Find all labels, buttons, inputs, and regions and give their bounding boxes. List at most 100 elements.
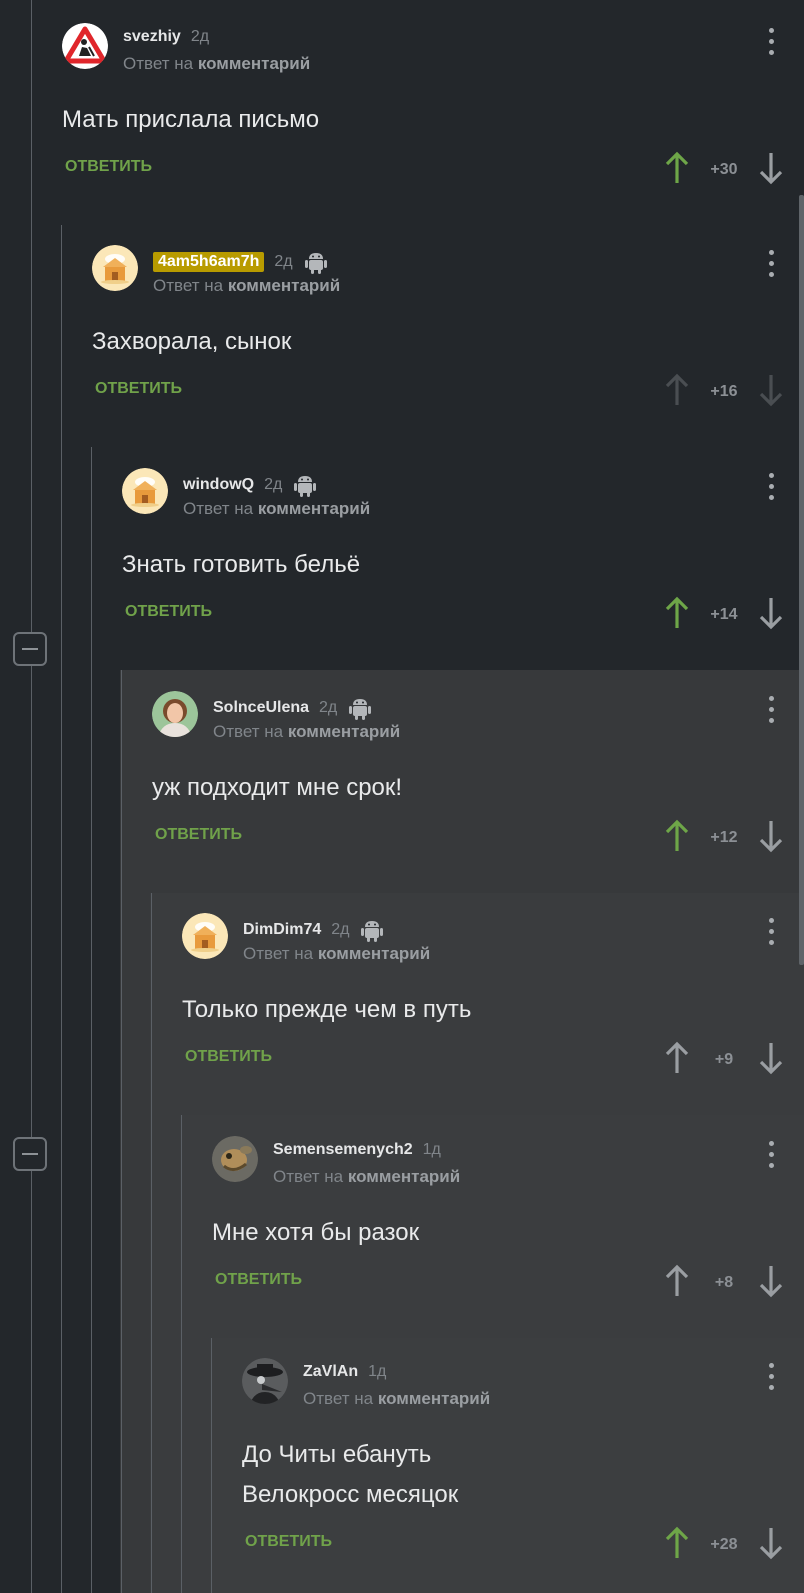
reply-to-line: Ответ на комментарий	[273, 1167, 460, 1187]
scrollbar[interactable]	[799, 195, 804, 965]
upvote-arrow-icon[interactable]	[664, 373, 690, 412]
android-icon	[304, 250, 327, 274]
user-avatar[interactable]	[62, 23, 108, 69]
upvote-arrow-icon[interactable]	[664, 1041, 690, 1080]
downvote-arrow-icon[interactable]	[758, 1526, 784, 1565]
comment-text-line: Велокросс месяцок	[242, 1481, 459, 1508]
upvote-arrow-icon[interactable]	[664, 1526, 690, 1565]
rating-controls: +8	[664, 1264, 784, 1303]
reply-prefix: Ответ на	[153, 276, 228, 295]
upvote-arrow-icon[interactable]	[664, 596, 690, 635]
comment: ZaVlAn 1д Ответ на комментарий До Читы е…	[242, 1335, 804, 1559]
comment-body: Мать прислала письмо	[62, 100, 319, 140]
comment-text-line: Только прежде чем в путь	[182, 996, 472, 1023]
username-link[interactable]: windowQ	[183, 476, 254, 494]
comment: SolnceUlena 2д Ответ на комментарий уж п…	[152, 668, 804, 878]
thread-line	[121, 670, 122, 1593]
reply-to-line: Ответ на комментарий	[153, 276, 340, 296]
upvote-arrow-icon[interactable]	[664, 819, 690, 858]
collapse-thread-button[interactable]	[13, 1137, 47, 1171]
comment-time: 2д	[274, 253, 293, 270]
reply-button[interactable]: ОТВЕТИТЬ	[95, 380, 182, 398]
android-icon	[294, 473, 317, 497]
comment-body: Знать готовить бельё	[122, 545, 360, 585]
comment-score: +8	[714, 1274, 734, 1291]
reply-button[interactable]: ОТВЕТИТЬ	[65, 158, 152, 176]
reply-target-link[interactable]: комментарий	[318, 944, 430, 963]
more-options-icon[interactable]	[769, 1141, 775, 1171]
more-options-icon[interactable]	[769, 250, 775, 280]
reply-prefix: Ответ на	[213, 722, 288, 741]
reply-target-link[interactable]: комментарий	[228, 276, 340, 295]
comment-score: +28	[710, 1536, 738, 1553]
reply-button[interactable]: ОТВЕТИТЬ	[245, 1533, 332, 1551]
rating-controls: +9	[664, 1041, 784, 1080]
reply-target-link[interactable]: комментарий	[288, 722, 400, 741]
comment-body: Мне хотя бы разок	[212, 1213, 419, 1253]
user-avatar[interactable]	[122, 468, 168, 514]
comment-text-line: Захворала, сынок	[92, 328, 292, 355]
username-link[interactable]: DimDim74	[243, 921, 321, 939]
user-avatar[interactable]	[182, 913, 228, 959]
thread-line	[211, 1338, 212, 1593]
comment-time: 1д	[422, 1141, 441, 1158]
rating-controls: +28	[664, 1526, 784, 1565]
reply-to-line: Ответ на комментарий	[213, 722, 400, 742]
reply-target-link[interactable]: комментарий	[258, 499, 370, 518]
downvote-arrow-icon[interactable]	[758, 819, 784, 858]
downvote-arrow-icon[interactable]	[758, 151, 784, 190]
downvote-arrow-icon[interactable]	[758, 373, 784, 412]
comment-score: +9	[714, 1051, 734, 1068]
collapse-thread-button[interactable]	[13, 632, 47, 666]
comment: DimDim74 2д Ответ на комментарий Только …	[182, 890, 804, 1100]
upvote-arrow-icon[interactable]	[664, 151, 690, 190]
reply-button[interactable]: ОТВЕТИТЬ	[155, 826, 242, 844]
reply-to-line: Ответ на комментарий	[123, 54, 310, 74]
downvote-arrow-icon[interactable]	[758, 1264, 784, 1303]
reply-prefix: Ответ на	[183, 499, 258, 518]
comment-body: Только прежде чем в путь	[182, 990, 471, 1030]
more-options-icon[interactable]	[769, 28, 775, 58]
more-options-icon[interactable]	[769, 918, 775, 948]
comment-text-line: Знать готовить бельё	[122, 551, 361, 578]
downvote-arrow-icon[interactable]	[758, 1041, 784, 1080]
reply-target-link[interactable]: комментарий	[378, 1389, 490, 1408]
user-avatar[interactable]	[92, 245, 138, 291]
reply-button[interactable]: ОТВЕТИТЬ	[185, 1048, 272, 1066]
downvote-arrow-icon[interactable]	[758, 596, 784, 635]
comment-time: 2д	[331, 921, 350, 938]
comment-text-line: Мать прислала письмо	[62, 106, 320, 133]
reply-target-link[interactable]: комментарий	[348, 1167, 460, 1186]
user-avatar[interactable]	[212, 1136, 258, 1182]
thread-line	[91, 447, 92, 1593]
rating-controls: +12	[664, 819, 784, 858]
reply-to-line: Ответ на комментарий	[243, 944, 430, 964]
comment-score: +30	[710, 161, 738, 178]
user-avatar[interactable]	[242, 1358, 288, 1404]
rating-controls: +30	[664, 151, 784, 190]
username-link[interactable]: SolnceUlena	[213, 699, 309, 717]
reply-prefix: Ответ на	[243, 944, 318, 963]
more-options-icon[interactable]	[769, 696, 775, 726]
upvote-arrow-icon[interactable]	[664, 1264, 690, 1303]
comment-score: +16	[710, 383, 738, 400]
more-options-icon[interactable]	[769, 473, 775, 503]
username-link[interactable]: ZaVlAn	[303, 1363, 358, 1381]
user-avatar[interactable]	[152, 691, 198, 737]
reply-button[interactable]: ОТВЕТИТЬ	[125, 603, 212, 621]
reply-button[interactable]: ОТВЕТИТЬ	[215, 1271, 302, 1289]
comment-body: Захворала, сынок	[92, 322, 291, 362]
comment: Semensemenych2 1д Ответ на комментарий М…	[212, 1113, 804, 1323]
username-link[interactable]: svezhiy	[123, 28, 181, 46]
reply-target-link[interactable]: комментарий	[198, 54, 310, 73]
minus-icon	[22, 1153, 38, 1155]
comment-text-line: Мне хотя бы разок	[212, 1219, 420, 1246]
comment: svezhiy 2д Ответ на комментарий Мать при…	[62, 0, 804, 210]
more-options-icon[interactable]	[769, 1363, 775, 1393]
username-link[interactable]: 4am5h6am7h	[153, 252, 265, 272]
username-link[interactable]: Semensemenych2	[273, 1141, 413, 1159]
comment-time: 2д	[264, 476, 283, 493]
reply-to-line: Ответ на комментарий	[303, 1389, 490, 1409]
comment-text-line: уж подходит мне срок!	[152, 774, 403, 801]
comment-text-line: До Читы ебануть	[242, 1441, 432, 1468]
